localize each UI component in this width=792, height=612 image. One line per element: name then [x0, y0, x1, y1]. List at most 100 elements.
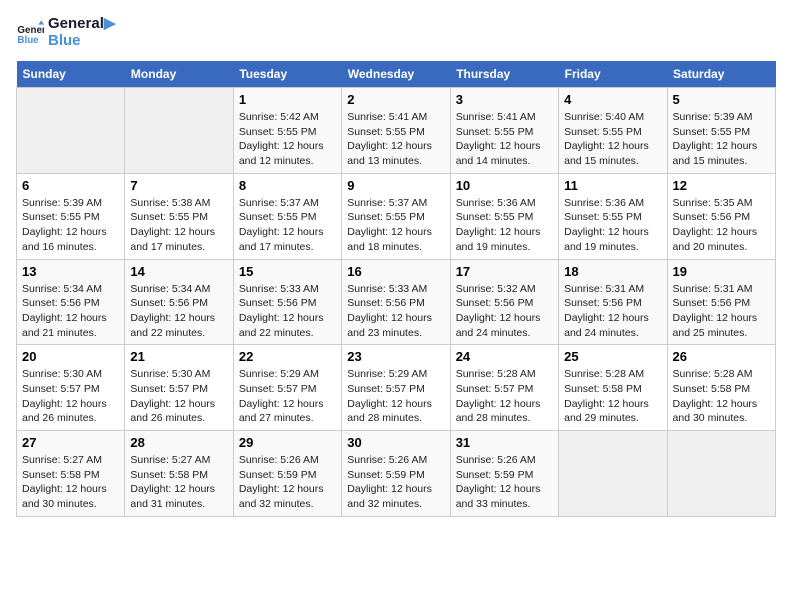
day-number: 8: [239, 178, 336, 193]
day-info: Sunrise: 5:33 AMSunset: 5:56 PMDaylight:…: [347, 282, 444, 341]
day-info: Sunrise: 5:41 AMSunset: 5:55 PMDaylight:…: [347, 110, 444, 169]
calendar-cell: 7Sunrise: 5:38 AMSunset: 5:55 PMDaylight…: [125, 173, 233, 259]
calendar-cell: 27 Sunrise: 5:27 AMSunset: 5:58 PMDayligh…: [17, 431, 125, 517]
day-info: Sunrise: 5:36 AMSunset: 5:55 PMDaylight:…: [564, 196, 661, 255]
day-info: Sunrise: 5:36 AMSunset: 5:55 PMDaylight:…: [456, 196, 553, 255]
day-info: Sunrise: 5:26 AMSunset: 5:59 PMDaylight:…: [347, 453, 444, 512]
calendar-cell: 5 Sunrise: 5:39 AMSunset: 5:55 PMDaylight…: [667, 88, 775, 174]
day-number: 30: [347, 435, 444, 450]
day-header-tuesday: Tuesday: [233, 61, 341, 88]
calendar-cell: [125, 88, 233, 174]
day-number: 29: [239, 435, 336, 450]
day-number: 23: [347, 349, 444, 364]
day-number: 14: [130, 264, 227, 279]
day-number: 3: [456, 92, 553, 107]
calendar-cell: 23 Sunrise: 5:29 AMSunset: 5:57 PMDayligh…: [342, 345, 450, 431]
day-info: Sunrise: 5:29 AMSunset: 5:57 PMDaylight:…: [239, 367, 336, 426]
calendar-week-row: 27 Sunrise: 5:27 AMSunset: 5:58 PMDayligh…: [17, 431, 776, 517]
calendar-week-row: 20 Sunrise: 5:30 AMSunset: 5:57 PMDayligh…: [17, 345, 776, 431]
day-info: Sunrise: 5:37 AMSunset: 5:55 PMDaylight:…: [347, 196, 444, 255]
calendar-table: SundayMondayTuesdayWednesdayThursdayFrid…: [16, 61, 776, 517]
calendar-cell: 31 Sunrise: 5:26 AMSunset: 5:59 PMDayligh…: [450, 431, 558, 517]
day-info: Sunrise: 5:28 AMSunset: 5:58 PMDaylight:…: [673, 367, 770, 426]
day-info: Sunrise: 5:34 AMSunset: 5:56 PMDaylight:…: [130, 282, 227, 341]
day-number: 2: [347, 92, 444, 107]
calendar-header-row: SundayMondayTuesdayWednesdayThursdayFrid…: [17, 61, 776, 88]
day-number: 1: [239, 92, 336, 107]
calendar-cell: 12 Sunrise: 5:35 AMSunset: 5:56 PMDayligh…: [667, 173, 775, 259]
page-header: General Blue General▶ Blue: [16, 16, 776, 49]
logo-text: General▶: [48, 16, 115, 33]
calendar-cell: 4 Sunrise: 5:40 AMSunset: 5:55 PMDaylight…: [559, 88, 667, 174]
day-header-friday: Friday: [559, 61, 667, 88]
day-number: 31: [456, 435, 553, 450]
calendar-cell: 15 Sunrise: 5:33 AMSunset: 5:56 PMDayligh…: [233, 259, 341, 345]
calendar-cell: 13Sunrise: 5:34 AMSunset: 5:56 PMDayligh…: [17, 259, 125, 345]
day-number: 11: [564, 178, 661, 193]
day-info: Sunrise: 5:38 AMSunset: 5:55 PMDaylight:…: [130, 196, 227, 255]
calendar-cell: 26Sunrise: 5:28 AMSunset: 5:58 PMDayligh…: [667, 345, 775, 431]
day-info: Sunrise: 5:33 AMSunset: 5:56 PMDaylight:…: [239, 282, 336, 341]
day-info: Sunrise: 5:26 AMSunset: 5:59 PMDaylight:…: [456, 453, 553, 512]
day-number: 24: [456, 349, 553, 364]
day-number: 15: [239, 264, 336, 279]
day-info: Sunrise: 5:39 AMSunset: 5:55 PMDaylight:…: [673, 110, 770, 169]
calendar-cell: 6Sunrise: 5:39 AMSunset: 5:55 PMDaylight…: [17, 173, 125, 259]
calendar-cell: 1 Sunrise: 5:42 AMSunset: 5:55 PMDaylight…: [233, 88, 341, 174]
svg-text:Blue: Blue: [17, 34, 39, 45]
day-info: Sunrise: 5:27 AMSunset: 5:58 PMDaylight:…: [22, 453, 119, 512]
calendar-cell: 29 Sunrise: 5:26 AMSunset: 5:59 PMDayligh…: [233, 431, 341, 517]
day-info: Sunrise: 5:27 AMSunset: 5:58 PMDaylight:…: [130, 453, 227, 512]
day-number: 4: [564, 92, 661, 107]
day-header-thursday: Thursday: [450, 61, 558, 88]
day-info: Sunrise: 5:31 AMSunset: 5:56 PMDaylight:…: [564, 282, 661, 341]
calendar-cell: 10 Sunrise: 5:36 AMSunset: 5:55 PMDayligh…: [450, 173, 558, 259]
calendar-cell: 2 Sunrise: 5:41 AMSunset: 5:55 PMDaylight…: [342, 88, 450, 174]
calendar-week-row: 6Sunrise: 5:39 AMSunset: 5:55 PMDaylight…: [17, 173, 776, 259]
logo-blue: Blue: [48, 33, 115, 50]
day-number: 5: [673, 92, 770, 107]
calendar-week-row: 13Sunrise: 5:34 AMSunset: 5:56 PMDayligh…: [17, 259, 776, 345]
day-number: 18: [564, 264, 661, 279]
calendar-cell: 9 Sunrise: 5:37 AMSunset: 5:55 PMDaylight…: [342, 173, 450, 259]
calendar-cell: 11 Sunrise: 5:36 AMSunset: 5:55 PMDayligh…: [559, 173, 667, 259]
day-info: Sunrise: 5:34 AMSunset: 5:56 PMDaylight:…: [22, 282, 119, 341]
calendar-week-row: 1 Sunrise: 5:42 AMSunset: 5:55 PMDaylight…: [17, 88, 776, 174]
day-info: Sunrise: 5:35 AMSunset: 5:56 PMDaylight:…: [673, 196, 770, 255]
calendar-cell: [17, 88, 125, 174]
day-info: Sunrise: 5:28 AMSunset: 5:58 PMDaylight:…: [564, 367, 661, 426]
day-number: 9: [347, 178, 444, 193]
calendar-body: 1 Sunrise: 5:42 AMSunset: 5:55 PMDaylight…: [17, 88, 776, 517]
day-info: Sunrise: 5:30 AMSunset: 5:57 PMDaylight:…: [130, 367, 227, 426]
calendar-cell: 25 Sunrise: 5:28 AMSunset: 5:58 PMDayligh…: [559, 345, 667, 431]
calendar-cell: 22Sunrise: 5:29 AMSunset: 5:57 PMDayligh…: [233, 345, 341, 431]
day-number: 21: [130, 349, 227, 364]
day-number: 27: [22, 435, 119, 450]
calendar-cell: [559, 431, 667, 517]
day-info: Sunrise: 5:31 AMSunset: 5:56 PMDaylight:…: [673, 282, 770, 341]
day-header-sunday: Sunday: [17, 61, 125, 88]
calendar-cell: 17Sunrise: 5:32 AMSunset: 5:56 PMDayligh…: [450, 259, 558, 345]
day-number: 16: [347, 264, 444, 279]
day-number: 6: [22, 178, 119, 193]
calendar-cell: 20Sunrise: 5:30 AMSunset: 5:57 PMDayligh…: [17, 345, 125, 431]
day-number: 19: [673, 264, 770, 279]
day-number: 20: [22, 349, 119, 364]
calendar-cell: [667, 431, 775, 517]
calendar-cell: 8Sunrise: 5:37 AMSunset: 5:55 PMDaylight…: [233, 173, 341, 259]
calendar-cell: 3Sunrise: 5:41 AMSunset: 5:55 PMDaylight…: [450, 88, 558, 174]
calendar-cell: 14 Sunrise: 5:34 AMSunset: 5:56 PMDayligh…: [125, 259, 233, 345]
day-number: 12: [673, 178, 770, 193]
calendar-cell: 18 Sunrise: 5:31 AMSunset: 5:56 PMDayligh…: [559, 259, 667, 345]
calendar-cell: 30 Sunrise: 5:26 AMSunset: 5:59 PMDayligh…: [342, 431, 450, 517]
day-info: Sunrise: 5:40 AMSunset: 5:55 PMDaylight:…: [564, 110, 661, 169]
calendar-cell: 21 Sunrise: 5:30 AMSunset: 5:57 PMDayligh…: [125, 345, 233, 431]
day-info: Sunrise: 5:29 AMSunset: 5:57 PMDaylight:…: [347, 367, 444, 426]
day-info: Sunrise: 5:42 AMSunset: 5:55 PMDaylight:…: [239, 110, 336, 169]
day-number: 10: [456, 178, 553, 193]
day-info: Sunrise: 5:32 AMSunset: 5:56 PMDaylight:…: [456, 282, 553, 341]
day-number: 25: [564, 349, 661, 364]
day-number: 28: [130, 435, 227, 450]
day-info: Sunrise: 5:26 AMSunset: 5:59 PMDaylight:…: [239, 453, 336, 512]
day-header-wednesday: Wednesday: [342, 61, 450, 88]
